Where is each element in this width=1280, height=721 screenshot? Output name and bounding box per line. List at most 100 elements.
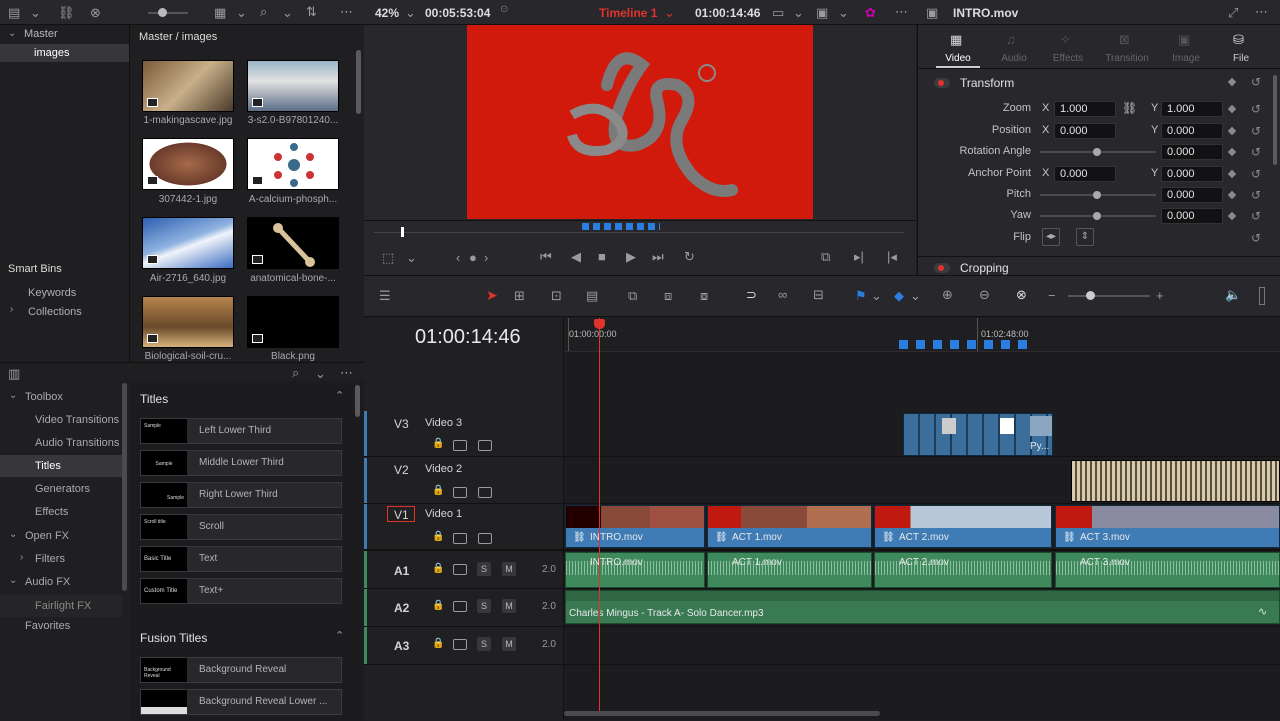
video-clip[interactable]: ⛓ INTRO.mov bbox=[565, 505, 705, 548]
mute-button[interactable]: M bbox=[502, 562, 516, 576]
reset-icon[interactable]: ↺ bbox=[1251, 102, 1261, 116]
transform-mode-icon[interactable]: ⬚ bbox=[382, 251, 394, 264]
timeline-markers[interactable] bbox=[899, 340, 1033, 349]
zoom-detail-icon[interactable]: ⊖ bbox=[979, 288, 990, 301]
reset-icon[interactable]: ↺ bbox=[1251, 209, 1261, 223]
play-icon[interactable]: ▶ bbox=[626, 250, 636, 263]
panel-toggle-icon[interactable]: ▤ bbox=[8, 6, 20, 19]
smart-bin-collections[interactable]: Collections bbox=[28, 306, 82, 318]
playhead-handle[interactable] bbox=[594, 319, 605, 329]
chevron-down-icon[interactable]: ⌄ bbox=[910, 289, 921, 302]
replace-clip-icon[interactable]: ⧇ bbox=[700, 289, 708, 302]
jog-right-icon[interactable]: › bbox=[484, 251, 488, 264]
chevron-down-icon[interactable]: ⌄ bbox=[838, 6, 849, 19]
viewer-mode-icon[interactable]: ▭ bbox=[772, 6, 784, 19]
chevron-down-icon[interactable]: ⌄ bbox=[30, 6, 41, 19]
linked-selection-icon[interactable]: ∞ bbox=[778, 288, 787, 301]
timeline-zoom-slider[interactable] bbox=[1068, 295, 1150, 297]
toolbox-item[interactable]: Fairlight FX bbox=[0, 595, 122, 617]
timeline-tracks[interactable]: 01:00:00:00 01:02:48:00 Py... ⛓ INTRO.mo… bbox=[564, 318, 1280, 720]
auto-select-icon[interactable] bbox=[453, 533, 467, 544]
track-title[interactable]: Video 3 bbox=[425, 417, 462, 429]
bin-master[interactable]: Master bbox=[24, 28, 58, 40]
reset-icon[interactable]: ↺ bbox=[1251, 167, 1261, 181]
viewer-zoom[interactable]: 42% bbox=[375, 6, 399, 20]
search-icon[interactable]: ⌕ bbox=[292, 366, 299, 379]
collapse-icon[interactable]: ⌃ bbox=[335, 391, 344, 402]
metadata-icon[interactable]: ⊗ bbox=[90, 6, 101, 19]
keyframe-icon[interactable] bbox=[1227, 190, 1237, 200]
reset-icon[interactable]: ↺ bbox=[1251, 188, 1261, 202]
bin-images-row[interactable]: images bbox=[0, 44, 129, 62]
title-item[interactable]: Scroll title Scroll bbox=[140, 514, 342, 540]
position-lock-icon[interactable]: ⊟ bbox=[813, 288, 824, 301]
timeline-name[interactable]: Timeline 1 bbox=[599, 6, 657, 20]
zoom-full-icon[interactable]: ⊕ bbox=[942, 288, 953, 301]
title-item[interactable]: Background Reveal Background Reveal bbox=[140, 657, 342, 683]
selection-tool-icon[interactable]: ➤ bbox=[486, 287, 498, 304]
loop-icon[interactable]: ↻ bbox=[684, 250, 695, 263]
timeline-playhead[interactable] bbox=[599, 318, 600, 711]
chevron-down-icon[interactable]: ⌄ bbox=[871, 289, 882, 302]
title-item[interactable]: Custom Title Text+ bbox=[140, 578, 342, 604]
sidebar-toggle-icon[interactable]: ▥ bbox=[8, 367, 20, 380]
toolbox-item-selected[interactable]: Titles bbox=[0, 455, 122, 477]
viewer-frame[interactable] bbox=[467, 25, 813, 219]
auto-select-icon[interactable] bbox=[453, 639, 467, 650]
stop-icon[interactable]: ■ bbox=[598, 250, 606, 263]
lock-icon[interactable]: 🔒 bbox=[432, 639, 444, 649]
lock-icon[interactable]: 🔒 bbox=[432, 532, 444, 542]
solo-button[interactable]: S bbox=[477, 637, 491, 651]
fullscreen-icon[interactable]: ⤢ bbox=[1228, 6, 1238, 19]
play-reverse-icon[interactable]: ◀ bbox=[571, 250, 581, 263]
titles-scrollbar[interactable] bbox=[355, 385, 360, 417]
title-item[interactable]: Basic Title Text bbox=[140, 546, 342, 572]
chevron-down-icon[interactable]: ⌄ bbox=[8, 29, 16, 39]
skip-start-icon[interactable]: ⏮ bbox=[540, 250, 552, 263]
next-edit-icon[interactable]: ▸| bbox=[854, 250, 864, 263]
chevron-down-icon[interactable]: ⌄ bbox=[315, 367, 326, 380]
track-title[interactable]: Video 2 bbox=[425, 463, 462, 475]
keyframe-icon[interactable] bbox=[1227, 169, 1237, 179]
auto-select-icon[interactable] bbox=[453, 487, 467, 498]
dynamic-trim-icon[interactable]: ⊡ bbox=[551, 289, 562, 302]
jog-left-icon[interactable]: ‹ bbox=[456, 251, 460, 264]
track-enable-icon[interactable] bbox=[478, 440, 492, 451]
snapping-icon[interactable]: ⊃ bbox=[746, 288, 757, 301]
lock-icon[interactable]: 🔒 bbox=[432, 564, 444, 574]
mute-button[interactable]: M bbox=[502, 637, 516, 651]
title-item[interactable]: Background Reveal Lower ... bbox=[140, 689, 342, 715]
position-x-field[interactable]: 0.000 bbox=[1054, 123, 1116, 139]
zoom-x-field[interactable]: 1.000 bbox=[1054, 101, 1116, 117]
more-icon[interactable]: ⋯ bbox=[340, 366, 353, 379]
tab-video[interactable]: ▦ Video bbox=[928, 25, 988, 69]
pitch-field[interactable]: 0.000 bbox=[1161, 187, 1223, 203]
slider-knob[interactable] bbox=[1093, 191, 1101, 199]
toolbox-item[interactable]: Effects bbox=[0, 501, 122, 523]
toolbox-item[interactable]: ⌄ Toolbox bbox=[0, 386, 122, 408]
link-icon[interactable]: ⛓ bbox=[58, 6, 75, 19]
keyframe-icon[interactable] bbox=[1227, 211, 1237, 221]
audio-clip[interactable]: ACT 1.mov bbox=[707, 552, 872, 588]
marker-icon[interactable]: ◆ bbox=[894, 288, 904, 304]
reset-icon[interactable]: ↺ bbox=[1251, 145, 1261, 159]
color-wheel-icon[interactable]: ✿ bbox=[865, 5, 876, 21]
title-item[interactable]: Sample Left Lower Third bbox=[140, 418, 342, 444]
transform-section-header[interactable]: Transform bbox=[930, 75, 1230, 91]
trim-tool-icon[interactable]: ⊞ bbox=[514, 289, 525, 302]
video-clip[interactable]: ⛓ ACT 1.mov bbox=[707, 505, 872, 548]
blade-tool-icon[interactable]: ▤ bbox=[586, 289, 598, 302]
timeline-scrollbar[interactable] bbox=[564, 711, 880, 716]
more-icon[interactable]: ⋯ bbox=[1255, 5, 1268, 18]
track-title[interactable]: Video 1 bbox=[425, 508, 462, 520]
auto-select-icon[interactable] bbox=[453, 564, 467, 575]
inspector-scrollbar[interactable] bbox=[1273, 75, 1277, 165]
tab-audio[interactable]: ♫ Audio bbox=[984, 25, 1044, 69]
more-icon[interactable]: ⋯ bbox=[340, 5, 353, 18]
rotation-slider[interactable] bbox=[1040, 148, 1156, 156]
toolbox-item[interactable]: ⌄ Open FX bbox=[0, 525, 122, 547]
sort-icon[interactable]: ⇅ bbox=[306, 5, 317, 18]
flip-vertical-icon[interactable]: ⇕ bbox=[1076, 228, 1094, 246]
hd-icon[interactable]: ▣ bbox=[816, 6, 828, 19]
toolbox-item[interactable]: Favorites bbox=[0, 615, 122, 637]
